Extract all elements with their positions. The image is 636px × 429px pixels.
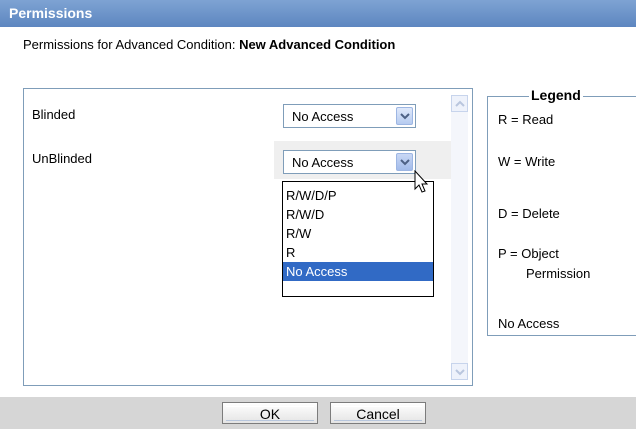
dropdown-option[interactable]: R/W/D: [283, 205, 433, 224]
legend-item-no-access: No Access: [498, 316, 560, 331]
select-value: No Access: [292, 109, 354, 124]
row-label-unblinded: UnBlinded: [32, 151, 92, 166]
legend-item-write: W = Write: [498, 154, 556, 169]
permission-dropdown-list[interactable]: R/W/D/P R/W/D R/W R No Access: [282, 181, 434, 297]
dropdown-option[interactable]: R/W: [283, 224, 433, 243]
mouse-pointer-icon: [414, 169, 430, 199]
unblinded-permission-select[interactable]: No Access: [283, 150, 416, 174]
legend-item-delete: D = Delete: [498, 206, 560, 221]
legend-box: Legend R = Read W = Write D = Delete P =…: [487, 87, 636, 336]
permission-row-unblinded: UnBlinded: [24, 141, 274, 179]
subtitle: Permissions for Advanced Condition: New …: [23, 37, 395, 52]
chevron-down-icon[interactable]: [396, 107, 413, 125]
chevron-down-icon[interactable]: [451, 363, 468, 380]
cancel-button[interactable]: Cancel: [330, 402, 426, 424]
blinded-permission-select[interactable]: No Access: [283, 104, 416, 128]
permission-row-blinded: Blinded No Access: [24, 97, 454, 135]
chevron-down-icon[interactable]: [396, 153, 413, 171]
legend-title: Legend: [529, 87, 583, 103]
cancel-button-label: Cancel: [334, 406, 422, 421]
ok-button[interactable]: OK: [222, 402, 318, 424]
grid-scrollbar[interactable]: [451, 95, 468, 380]
legend-item-object: P = Object: [498, 246, 559, 261]
dialog-title: Permissions: [0, 0, 636, 27]
dialog-footer: OK Cancel: [0, 397, 636, 429]
chevron-up-icon[interactable]: [451, 95, 468, 112]
dropdown-option-selected[interactable]: No Access: [283, 262, 433, 281]
ok-button-label: OK: [226, 406, 314, 421]
select-value: No Access: [292, 155, 354, 170]
permissions-dialog: Permissions Permissions for Advanced Con…: [0, 0, 636, 429]
subtitle-prefix: Permissions for Advanced Condition:: [23, 37, 240, 52]
legend-item-read: R = Read: [498, 112, 554, 127]
dropdown-option[interactable]: R/W/D/P: [283, 186, 433, 205]
condition-name: New Advanced Condition: [239, 37, 396, 52]
row-label-blinded: Blinded: [32, 107, 76, 122]
dropdown-option[interactable]: R: [283, 243, 433, 262]
legend-item-permission: Permission: [526, 266, 591, 281]
